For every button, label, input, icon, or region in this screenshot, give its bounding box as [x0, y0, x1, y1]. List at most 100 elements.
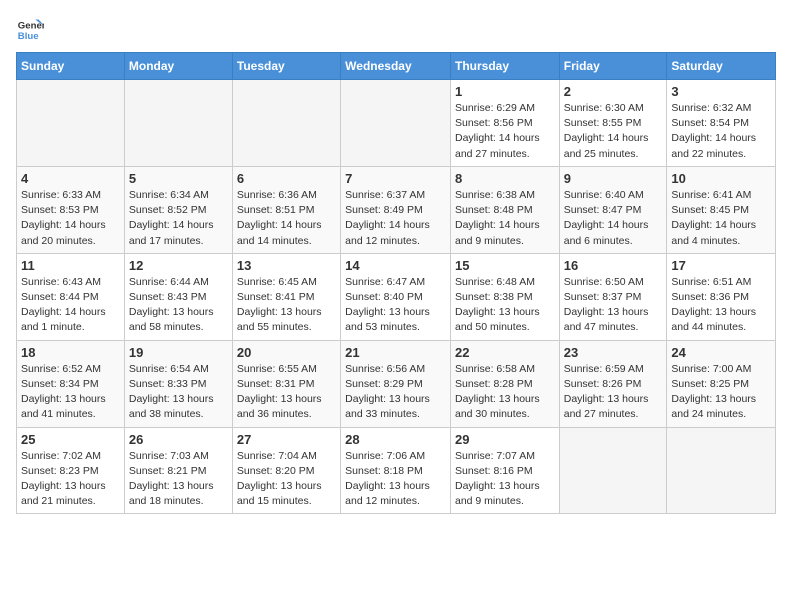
- day-info: Sunrise: 6:44 AMSunset: 8:43 PMDaylight:…: [129, 275, 228, 336]
- day-info: Sunrise: 6:56 AMSunset: 8:29 PMDaylight:…: [345, 362, 446, 423]
- day-number: 20: [237, 345, 336, 360]
- day-number: 19: [129, 345, 228, 360]
- calendar-cell: 27 Sunrise: 7:04 AMSunset: 8:20 PMDayligh…: [232, 427, 340, 514]
- calendar-cell: 10 Sunrise: 6:41 AMSunset: 8:45 PMDayligh…: [667, 166, 776, 253]
- day-number: 15: [455, 258, 555, 273]
- day-number: 1: [455, 84, 555, 99]
- day-info: Sunrise: 6:41 AMSunset: 8:45 PMDaylight:…: [671, 188, 771, 249]
- weekday-header-wednesday: Wednesday: [341, 53, 451, 80]
- day-number: 9: [564, 171, 663, 186]
- calendar-cell: 23 Sunrise: 6:59 AMSunset: 8:26 PMDayligh…: [559, 340, 667, 427]
- day-info: Sunrise: 6:55 AMSunset: 8:31 PMDaylight:…: [237, 362, 336, 423]
- day-info: Sunrise: 6:34 AMSunset: 8:52 PMDaylight:…: [129, 188, 228, 249]
- calendar-header: SundayMondayTuesdayWednesdayThursdayFrid…: [17, 53, 776, 80]
- calendar-cell: 13Sunrise: 6:45 AMSunset: 8:41 PMDayligh…: [232, 253, 340, 340]
- day-info: Sunrise: 6:54 AMSunset: 8:33 PMDaylight:…: [129, 362, 228, 423]
- day-number: 21: [345, 345, 446, 360]
- day-number: 24: [671, 345, 771, 360]
- day-number: 5: [129, 171, 228, 186]
- svg-text:Blue: Blue: [18, 31, 39, 42]
- day-number: 23: [564, 345, 663, 360]
- calendar-cell: 9 Sunrise: 6:40 AMSunset: 8:47 PMDaylight…: [559, 166, 667, 253]
- logo: General Blue: [16, 16, 48, 44]
- day-info: Sunrise: 6:50 AMSunset: 8:37 PMDaylight:…: [564, 275, 663, 336]
- calendar-week-2: 4 Sunrise: 6:33 AMSunset: 8:53 PMDaylight…: [17, 166, 776, 253]
- calendar-week-5: 25 Sunrise: 7:02 AMSunset: 8:23 PMDayligh…: [17, 427, 776, 514]
- calendar-cell: [559, 427, 667, 514]
- day-info: Sunrise: 6:40 AMSunset: 8:47 PMDaylight:…: [564, 188, 663, 249]
- day-number: 25: [21, 432, 120, 447]
- day-info: Sunrise: 7:02 AMSunset: 8:23 PMDaylight:…: [21, 449, 120, 510]
- calendar-cell: [232, 80, 340, 167]
- calendar-cell: 18Sunrise: 6:52 AMSunset: 8:34 PMDayligh…: [17, 340, 125, 427]
- day-number: 27: [237, 432, 336, 447]
- day-number: 12: [129, 258, 228, 273]
- day-number: 4: [21, 171, 120, 186]
- calendar-cell: 3 Sunrise: 6:32 AMSunset: 8:54 PMDaylight…: [667, 80, 776, 167]
- calendar-cell: [124, 80, 232, 167]
- calendar-cell: 12 Sunrise: 6:44 AMSunset: 8:43 PMDayligh…: [124, 253, 232, 340]
- day-info: Sunrise: 6:29 AMSunset: 8:56 PMDaylight:…: [455, 101, 555, 162]
- calendar-week-1: 1 Sunrise: 6:29 AMSunset: 8:56 PMDaylight…: [17, 80, 776, 167]
- calendar-cell: 16Sunrise: 6:50 AMSunset: 8:37 PMDayligh…: [559, 253, 667, 340]
- day-number: 13: [237, 258, 336, 273]
- weekday-header-tuesday: Tuesday: [232, 53, 340, 80]
- calendar-cell: 22 Sunrise: 6:58 AMSunset: 8:28 PMDayligh…: [450, 340, 559, 427]
- day-number: 26: [129, 432, 228, 447]
- calendar-table: SundayMondayTuesdayWednesdayThursdayFrid…: [16, 52, 776, 514]
- day-info: Sunrise: 6:33 AMSunset: 8:53 PMDaylight:…: [21, 188, 120, 249]
- calendar-week-4: 18Sunrise: 6:52 AMSunset: 8:34 PMDayligh…: [17, 340, 776, 427]
- day-number: 17: [671, 258, 771, 273]
- page-header: General Blue: [16, 16, 776, 44]
- day-number: 22: [455, 345, 555, 360]
- day-info: Sunrise: 7:06 AMSunset: 8:18 PMDaylight:…: [345, 449, 446, 510]
- weekday-header-monday: Monday: [124, 53, 232, 80]
- day-info: Sunrise: 7:07 AMSunset: 8:16 PMDaylight:…: [455, 449, 555, 510]
- calendar-body: 1 Sunrise: 6:29 AMSunset: 8:56 PMDaylight…: [17, 80, 776, 514]
- weekday-header-saturday: Saturday: [667, 53, 776, 80]
- day-info: Sunrise: 6:48 AMSunset: 8:38 PMDaylight:…: [455, 275, 555, 336]
- day-number: 2: [564, 84, 663, 99]
- day-number: 7: [345, 171, 446, 186]
- day-number: 10: [671, 171, 771, 186]
- calendar-week-3: 11 Sunrise: 6:43 AMSunset: 8:44 PMDayligh…: [17, 253, 776, 340]
- calendar-cell: 2 Sunrise: 6:30 AMSunset: 8:55 PMDaylight…: [559, 80, 667, 167]
- day-number: 11: [21, 258, 120, 273]
- day-info: Sunrise: 6:59 AMSunset: 8:26 PMDaylight:…: [564, 362, 663, 423]
- day-info: Sunrise: 6:30 AMSunset: 8:55 PMDaylight:…: [564, 101, 663, 162]
- calendar-cell: 17Sunrise: 6:51 AMSunset: 8:36 PMDayligh…: [667, 253, 776, 340]
- calendar-cell: 4 Sunrise: 6:33 AMSunset: 8:53 PMDaylight…: [17, 166, 125, 253]
- day-number: 14: [345, 258, 446, 273]
- calendar-cell: [341, 80, 451, 167]
- day-info: Sunrise: 6:36 AMSunset: 8:51 PMDaylight:…: [237, 188, 336, 249]
- day-info: Sunrise: 7:04 AMSunset: 8:20 PMDaylight:…: [237, 449, 336, 510]
- day-info: Sunrise: 6:37 AMSunset: 8:49 PMDaylight:…: [345, 188, 446, 249]
- day-number: 29: [455, 432, 555, 447]
- day-number: 8: [455, 171, 555, 186]
- weekday-header-thursday: Thursday: [450, 53, 559, 80]
- day-info: Sunrise: 6:58 AMSunset: 8:28 PMDaylight:…: [455, 362, 555, 423]
- day-info: Sunrise: 7:03 AMSunset: 8:21 PMDaylight:…: [129, 449, 228, 510]
- calendar-cell: 21 Sunrise: 6:56 AMSunset: 8:29 PMDayligh…: [341, 340, 451, 427]
- day-info: Sunrise: 6:32 AMSunset: 8:54 PMDaylight:…: [671, 101, 771, 162]
- day-info: Sunrise: 6:47 AMSunset: 8:40 PMDaylight:…: [345, 275, 446, 336]
- day-number: 3: [671, 84, 771, 99]
- weekday-header-friday: Friday: [559, 53, 667, 80]
- weekday-header-row: SundayMondayTuesdayWednesdayThursdayFrid…: [17, 53, 776, 80]
- calendar-cell: [667, 427, 776, 514]
- logo-icon: General Blue: [16, 16, 44, 44]
- day-info: Sunrise: 7:00 AMSunset: 8:25 PMDaylight:…: [671, 362, 771, 423]
- calendar-cell: 26 Sunrise: 7:03 AMSunset: 8:21 PMDayligh…: [124, 427, 232, 514]
- calendar-cell: 6Sunrise: 6:36 AMSunset: 8:51 PMDaylight…: [232, 166, 340, 253]
- calendar-cell: 8Sunrise: 6:38 AMSunset: 8:48 PMDaylight…: [450, 166, 559, 253]
- day-info: Sunrise: 6:52 AMSunset: 8:34 PMDaylight:…: [21, 362, 120, 423]
- calendar-cell: 28Sunrise: 7:06 AMSunset: 8:18 PMDayligh…: [341, 427, 451, 514]
- calendar-cell: 24 Sunrise: 7:00 AMSunset: 8:25 PMDayligh…: [667, 340, 776, 427]
- calendar-cell: 11 Sunrise: 6:43 AMSunset: 8:44 PMDayligh…: [17, 253, 125, 340]
- calendar-cell: 29 Sunrise: 7:07 AMSunset: 8:16 PMDayligh…: [450, 427, 559, 514]
- weekday-header-sunday: Sunday: [17, 53, 125, 80]
- calendar-cell: 14 Sunrise: 6:47 AMSunset: 8:40 PMDayligh…: [341, 253, 451, 340]
- calendar-cell: [17, 80, 125, 167]
- calendar-cell: 15 Sunrise: 6:48 AMSunset: 8:38 PMDayligh…: [450, 253, 559, 340]
- day-info: Sunrise: 6:43 AMSunset: 8:44 PMDaylight:…: [21, 275, 120, 336]
